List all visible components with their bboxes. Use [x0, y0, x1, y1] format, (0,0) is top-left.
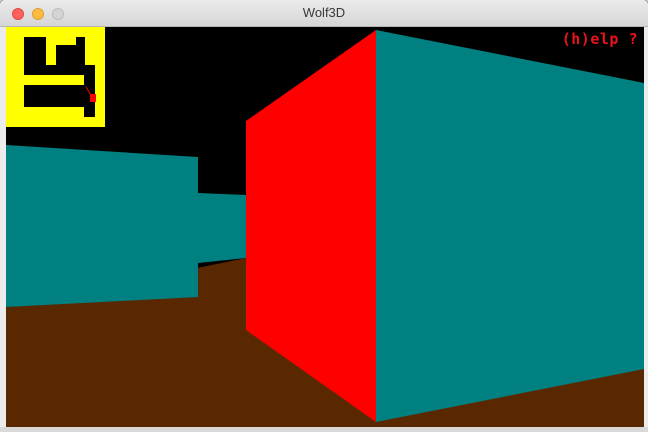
help-hint: (h)elp ?	[561, 30, 638, 48]
game-viewport[interactable]: (h)elp ?	[6, 27, 644, 427]
window-bottom-edge	[0, 427, 648, 432]
title-bar[interactable]: Wolf3D	[0, 0, 648, 27]
game-canvas[interactable]	[6, 27, 644, 427]
right-wall	[376, 30, 644, 422]
minimap	[6, 27, 105, 127]
app-window: Wolf3D (h)elp ?	[0, 0, 648, 432]
far-wall	[198, 193, 246, 263]
window-title: Wolf3D	[302, 5, 346, 20]
left-wall	[6, 145, 198, 307]
